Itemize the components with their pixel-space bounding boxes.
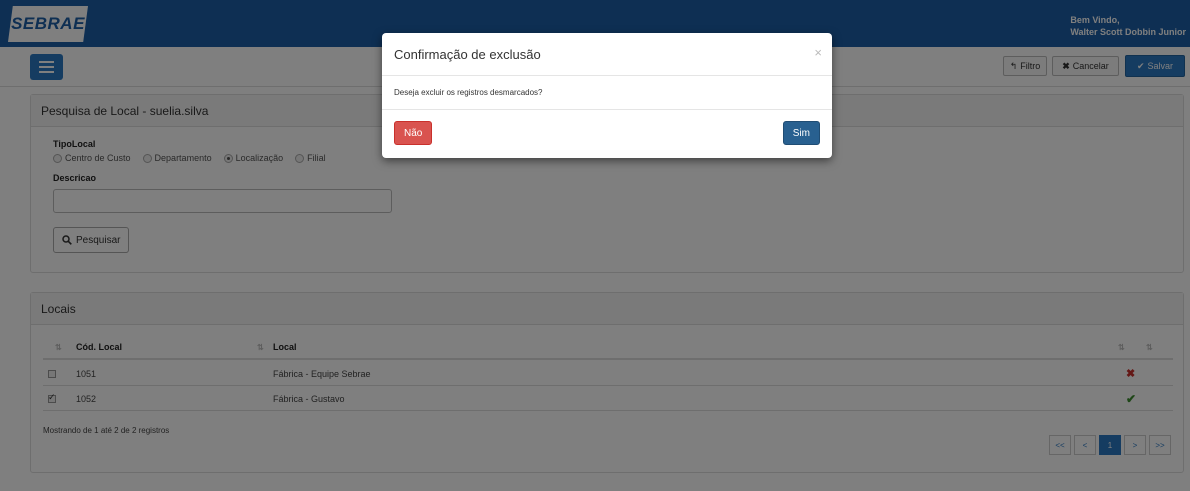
modal-header: Confirmação de exclusão ×	[382, 33, 832, 76]
modal-title: Confirmação de exclusão	[394, 47, 541, 62]
close-icon[interactable]: ×	[814, 45, 822, 60]
modal-footer: Não Sim	[382, 110, 832, 158]
modal-message: Deseja excluir os registros desmarcados?	[382, 76, 832, 110]
confirm-delete-modal: Confirmação de exclusão × Deseja excluir…	[382, 33, 832, 158]
yes-button[interactable]: Sim	[782, 121, 820, 145]
no-button[interactable]: Não	[394, 121, 433, 145]
